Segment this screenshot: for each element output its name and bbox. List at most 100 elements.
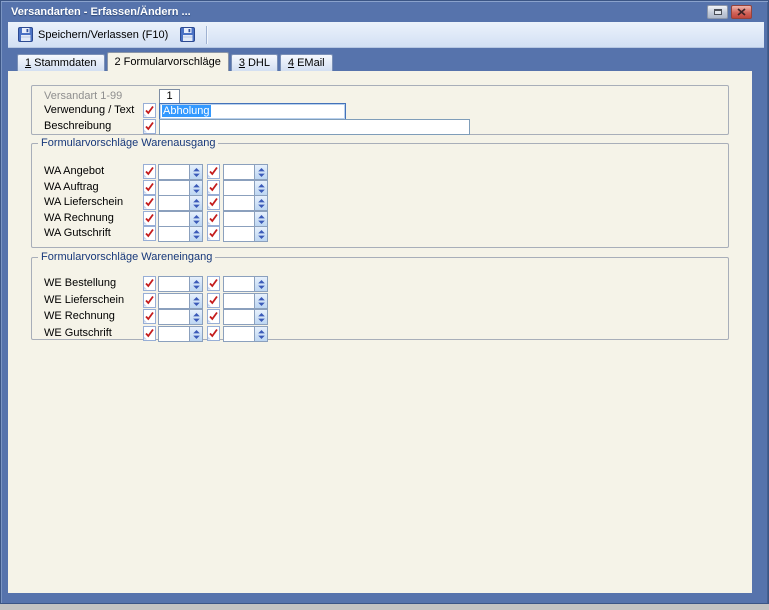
check-button-2[interactable] xyxy=(207,309,220,324)
spinner-value[interactable] xyxy=(159,227,189,241)
row-label: WE Gutschrift xyxy=(44,327,112,339)
check-button-2[interactable] xyxy=(207,180,220,195)
spinner-1[interactable] xyxy=(158,326,203,342)
check-button-1[interactable] xyxy=(143,326,156,341)
check-button-2[interactable] xyxy=(207,326,220,341)
check-button-1[interactable] xyxy=(143,180,156,195)
spinner-value[interactable] xyxy=(224,165,254,179)
form-row-verwendung: Verwendung / Text Abholung xyxy=(32,103,728,120)
row-wa-auftrag: WA Auftrag xyxy=(32,180,728,196)
spinner-value[interactable] xyxy=(224,277,254,291)
spin-arrows-icon[interactable] xyxy=(189,212,202,226)
spinner-value[interactable] xyxy=(159,294,189,308)
tab-dhl[interactable]: 3 DHL xyxy=(230,54,278,71)
check-button-2[interactable] xyxy=(207,293,220,308)
check-button-1[interactable] xyxy=(143,164,156,179)
spin-arrows-icon[interactable] xyxy=(189,294,202,308)
spin-arrows-icon[interactable] xyxy=(189,277,202,291)
tab-strip: 1 Stammdaten 2 Formularvorschläge 3 DHL … xyxy=(1,48,768,71)
spin-arrows-icon[interactable] xyxy=(254,327,267,341)
spinner-value[interactable] xyxy=(224,327,254,341)
spin-arrows-icon[interactable] xyxy=(254,212,267,226)
row-label: WE Lieferschein xyxy=(44,294,125,306)
spin-arrows-icon[interactable] xyxy=(254,165,267,179)
versandart-value-field[interactable]: 1 xyxy=(159,89,180,104)
spin-arrows-icon[interactable] xyxy=(254,196,267,210)
save-button[interactable] xyxy=(174,24,201,45)
verwendung-check-button[interactable] xyxy=(143,103,156,118)
tab-accelerator: 4 xyxy=(287,57,295,69)
spin-arrows-icon[interactable] xyxy=(254,294,267,308)
spin-arrows-icon[interactable] xyxy=(189,165,202,179)
check-button-2[interactable] xyxy=(207,211,220,226)
spinner-2[interactable] xyxy=(223,164,268,180)
tab-formularvorschlaege[interactable]: 2 Formularvorschläge xyxy=(106,52,229,71)
spinner-1[interactable] xyxy=(158,309,203,325)
check-button-1[interactable] xyxy=(143,276,156,291)
spinner-value[interactable] xyxy=(159,181,189,195)
check-button-2[interactable] xyxy=(207,276,220,291)
spinner-2[interactable] xyxy=(223,293,268,309)
verwendung-input[interactable]: Abholung xyxy=(159,103,346,120)
spin-arrows-icon[interactable] xyxy=(254,277,267,291)
spin-arrows-icon[interactable] xyxy=(189,227,202,241)
red-check-icon xyxy=(144,105,154,117)
spinner-1[interactable] xyxy=(158,276,203,292)
spin-arrows-icon[interactable] xyxy=(189,327,202,341)
check-button-1[interactable] xyxy=(143,211,156,226)
beschreibung-check-button[interactable] xyxy=(143,119,156,134)
spin-arrows-icon[interactable] xyxy=(254,310,267,324)
spinner-value[interactable] xyxy=(224,181,254,195)
save-exit-label: Speichern/Verlassen (F10) xyxy=(38,28,169,41)
maximize-button[interactable] xyxy=(707,5,728,19)
spinner-1[interactable] xyxy=(158,195,203,211)
spin-arrows-icon[interactable] xyxy=(254,181,267,195)
spinner-value[interactable] xyxy=(159,277,189,291)
spinner-value[interactable] xyxy=(159,310,189,324)
spinner-value[interactable] xyxy=(159,196,189,210)
spinner-2[interactable] xyxy=(223,195,268,211)
check-button-1[interactable] xyxy=(143,293,156,308)
check-button-1[interactable] xyxy=(143,195,156,210)
spinner-2[interactable] xyxy=(223,309,268,325)
spinner-1[interactable] xyxy=(158,164,203,180)
check-button-2[interactable] xyxy=(207,195,220,210)
spinner-2[interactable] xyxy=(223,180,268,196)
check-button-2[interactable] xyxy=(207,164,220,179)
spinner-1[interactable] xyxy=(158,226,203,242)
spin-arrows-icon[interactable] xyxy=(189,196,202,210)
spinner-2[interactable] xyxy=(223,326,268,342)
spin-arrows-icon[interactable] xyxy=(254,227,267,241)
spinner-value[interactable] xyxy=(224,212,254,226)
spinner-1[interactable] xyxy=(158,211,203,227)
close-button[interactable] xyxy=(731,5,752,19)
spinner-value[interactable] xyxy=(159,165,189,179)
check-button-2[interactable] xyxy=(207,226,220,241)
tab-label: DHL xyxy=(247,57,270,69)
save-exit-button[interactable]: Speichern/Verlassen (F10) xyxy=(12,24,174,45)
spinner-1[interactable] xyxy=(158,180,203,196)
tab-email[interactable]: 4 EMail xyxy=(279,54,333,71)
red-check-icon xyxy=(208,182,218,194)
spin-arrows-icon[interactable] xyxy=(189,310,202,324)
spinner-value[interactable] xyxy=(159,327,189,341)
spinner-2[interactable] xyxy=(223,276,268,292)
title-bar[interactable]: Versandarten - Erfassen/Ändern ... xyxy=(1,1,768,22)
check-button-1[interactable] xyxy=(143,226,156,241)
spinner-2[interactable] xyxy=(223,226,268,242)
tab-accelerator: 2 xyxy=(114,56,121,68)
spinner-1[interactable] xyxy=(158,293,203,309)
desktop-background xyxy=(0,604,769,610)
beschreibung-input[interactable] xyxy=(159,119,470,135)
spinner-value[interactable] xyxy=(224,294,254,308)
spinner-value[interactable] xyxy=(224,227,254,241)
spinner-2[interactable] xyxy=(223,211,268,227)
red-check-icon xyxy=(144,295,154,307)
check-button-1[interactable] xyxy=(143,309,156,324)
tab-stammdaten[interactable]: 1 Stammdaten xyxy=(17,54,105,71)
spinner-value[interactable] xyxy=(224,196,254,210)
spinner-value[interactable] xyxy=(224,310,254,324)
spin-arrows-icon[interactable] xyxy=(189,181,202,195)
beschreibung-label: Beschreibung xyxy=(44,120,112,132)
spinner-value[interactable] xyxy=(159,212,189,226)
